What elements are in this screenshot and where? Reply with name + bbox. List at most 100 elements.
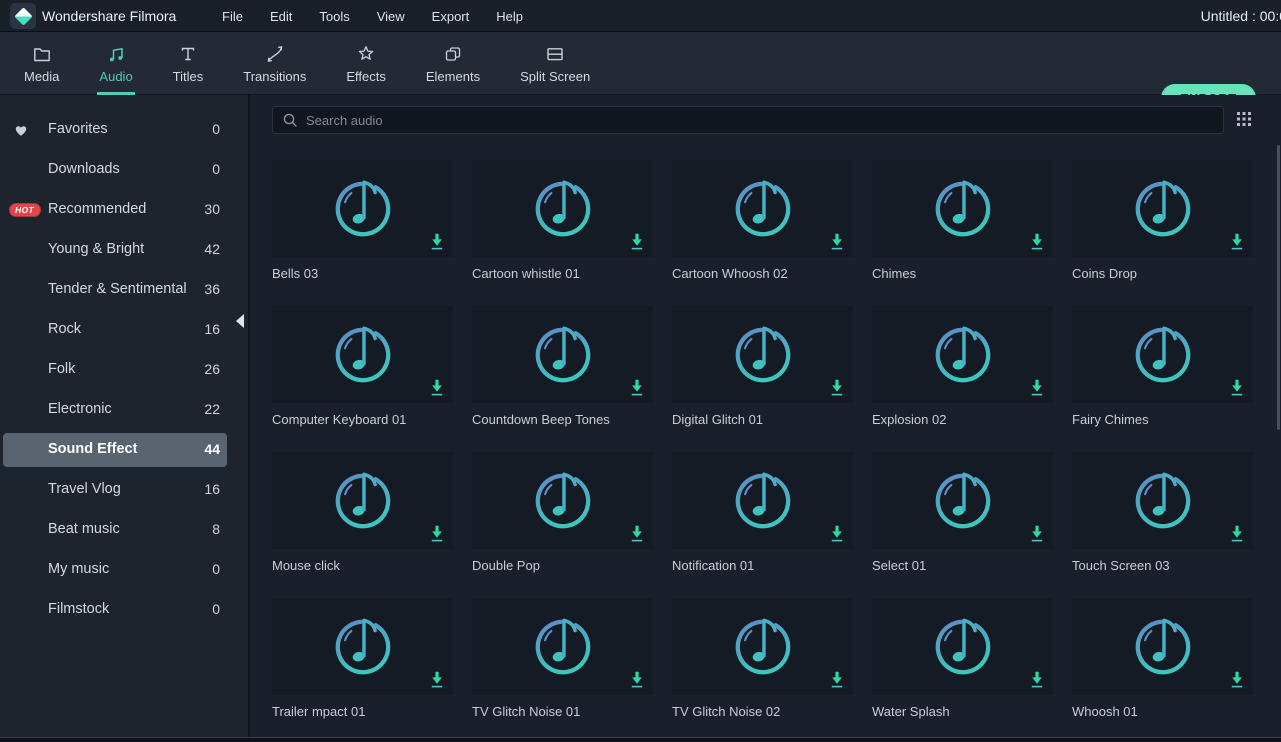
sidebar-item-favorites[interactable]: Favorites 0 [0, 110, 248, 150]
sidebar-item-sound-effect[interactable]: Sound Effect 44 [0, 430, 248, 470]
audio-thumbnail[interactable] [272, 452, 453, 549]
audio-item-notification-01[interactable]: Notification 01 [672, 452, 853, 598]
download-icon[interactable] [1229, 231, 1245, 251]
sidebar-item-filmstock[interactable]: Filmstock 0 [0, 590, 248, 630]
audio-item-trailer-mpact-01[interactable]: Trailer mpact 01 [272, 598, 453, 742]
audio-item-coins-drop[interactable]: Coins Drop [1072, 160, 1253, 306]
sidebar-item-tender-sentimental[interactable]: Tender & Sentimental 36 [0, 270, 248, 310]
sidebar-collapse-arrow-icon[interactable] [236, 314, 244, 328]
bottom-panel-edge [0, 737, 1281, 742]
sidebar-item-downloads[interactable]: Downloads 0 [0, 150, 248, 190]
sidebar-item-folk[interactable]: Folk 26 [0, 350, 248, 390]
tab-elements[interactable]: Elements [426, 32, 480, 95]
audio-item-whoosh-01[interactable]: Whoosh 01 [1072, 598, 1253, 742]
audio-item-computer-keyboard-01[interactable]: Computer Keyboard 01 [272, 306, 453, 452]
download-icon[interactable] [829, 377, 845, 397]
music-note-icon [1131, 323, 1195, 387]
tab-bar: Media Audio Titles Transitions Effects E… [0, 32, 1281, 95]
tab-split-screen[interactable]: Split Screen [520, 32, 590, 95]
audio-thumbnail[interactable] [672, 452, 853, 549]
audio-thumbnail[interactable] [272, 160, 453, 257]
audio-thumbnail[interactable] [872, 452, 1053, 549]
grid-view-icon[interactable] [1236, 111, 1252, 127]
audio-item-tv-glitch-noise-01[interactable]: TV Glitch Noise 01 [472, 598, 653, 742]
heart-icon [13, 122, 29, 138]
download-icon[interactable] [429, 523, 445, 543]
download-icon[interactable] [829, 669, 845, 689]
sidebar-item-beat-music[interactable]: Beat music 8 [0, 510, 248, 550]
audio-item-double-pop[interactable]: Double Pop [472, 452, 653, 598]
audio-item-label: Notification 01 [672, 558, 853, 573]
audio-thumbnail[interactable] [872, 598, 1053, 695]
sidebar-item-label: Favorites [48, 121, 108, 137]
audio-thumbnail[interactable] [872, 306, 1053, 403]
download-icon[interactable] [1229, 523, 1245, 543]
sidebar-item-rock[interactable]: Rock 16 [0, 310, 248, 350]
audio-thumbnail[interactable] [1072, 306, 1253, 403]
audio-thumbnail[interactable] [272, 598, 453, 695]
sidebar-item-count: 16 [204, 481, 220, 497]
download-icon[interactable] [1029, 231, 1045, 251]
audio-thumbnail[interactable] [472, 160, 653, 257]
sidebar-item-travel-vlog[interactable]: Travel Vlog 16 [0, 470, 248, 510]
audio-thumbnail[interactable] [1072, 452, 1253, 549]
sidebar-item-young-bright[interactable]: Young & Bright 42 [0, 230, 248, 270]
audio-item-bells-03[interactable]: Bells 03 [272, 160, 453, 306]
download-icon[interactable] [1229, 377, 1245, 397]
tab-media[interactable]: Media [24, 32, 59, 95]
menu-item-edit[interactable]: Edit [270, 9, 292, 24]
download-icon[interactable] [429, 377, 445, 397]
tab-titles[interactable]: Titles [173, 32, 204, 95]
audio-thumbnail[interactable] [472, 452, 653, 549]
menu-item-file[interactable]: File [222, 9, 243, 24]
tab-transitions[interactable]: Transitions [243, 32, 306, 95]
tab-effects[interactable]: Effects [346, 32, 386, 95]
music-note-icon [531, 323, 595, 387]
audio-item-water-splash[interactable]: Water Splash [872, 598, 1053, 742]
audio-thumbnail[interactable] [1072, 160, 1253, 257]
audio-item-cartoon-whistle-01[interactable]: Cartoon whistle 01 [472, 160, 653, 306]
download-icon[interactable] [429, 231, 445, 251]
audio-item-countdown-beep-tones[interactable]: Countdown Beep Tones [472, 306, 653, 452]
audio-thumbnail[interactable] [472, 306, 653, 403]
download-icon[interactable] [829, 523, 845, 543]
audio-item-digital-glitch-01[interactable]: Digital Glitch 01 [672, 306, 853, 452]
tab-audio[interactable]: Audio [99, 32, 132, 95]
download-icon[interactable] [1029, 523, 1045, 543]
audio-item-tv-glitch-noise-02[interactable]: TV Glitch Noise 02 [672, 598, 853, 742]
audio-item-mouse-click[interactable]: Mouse click [272, 452, 453, 598]
audio-thumbnail[interactable] [672, 598, 853, 695]
download-icon[interactable] [629, 377, 645, 397]
audio-thumbnail[interactable] [872, 160, 1053, 257]
menu-item-export[interactable]: Export [432, 9, 470, 24]
menu-item-tools[interactable]: Tools [319, 9, 349, 24]
audio-thumbnail[interactable] [1072, 598, 1253, 695]
audio-thumbnail[interactable] [672, 160, 853, 257]
audio-item-select-01[interactable]: Select 01 [872, 452, 1053, 598]
audio-item-chimes[interactable]: Chimes [872, 160, 1053, 306]
sidebar-item-my-music[interactable]: My music 0 [0, 550, 248, 590]
search-input[interactable] [272, 106, 1224, 134]
audio-item-cartoon-whoosh-02[interactable]: Cartoon Whoosh 02 [672, 160, 853, 306]
download-icon[interactable] [1029, 669, 1045, 689]
sidebar-item-electronic[interactable]: Electronic 22 [0, 390, 248, 430]
audio-item-explosion-02[interactable]: Explosion 02 [872, 306, 1053, 452]
audio-thumbnail[interactable] [472, 598, 653, 695]
scrollbar[interactable] [1277, 145, 1280, 430]
download-icon[interactable] [629, 669, 645, 689]
audio-thumbnail[interactable] [272, 306, 453, 403]
sidebar-item-recommended[interactable]: HOT Recommended 30 [0, 190, 248, 230]
audio-item-label: Computer Keyboard 01 [272, 412, 453, 427]
download-icon[interactable] [429, 669, 445, 689]
download-icon[interactable] [629, 523, 645, 543]
audio-item-touch-screen-03[interactable]: Touch Screen 03 [1072, 452, 1253, 598]
menu-bar: File Edit Tools View Export Help [222, 0, 523, 32]
menu-item-help[interactable]: Help [496, 9, 523, 24]
download-icon[interactable] [1029, 377, 1045, 397]
download-icon[interactable] [1229, 669, 1245, 689]
menu-item-view[interactable]: View [377, 9, 405, 24]
audio-thumbnail[interactable] [672, 306, 853, 403]
audio-item-fairy-chimes[interactable]: Fairy Chimes [1072, 306, 1253, 452]
download-icon[interactable] [829, 231, 845, 251]
download-icon[interactable] [629, 231, 645, 251]
